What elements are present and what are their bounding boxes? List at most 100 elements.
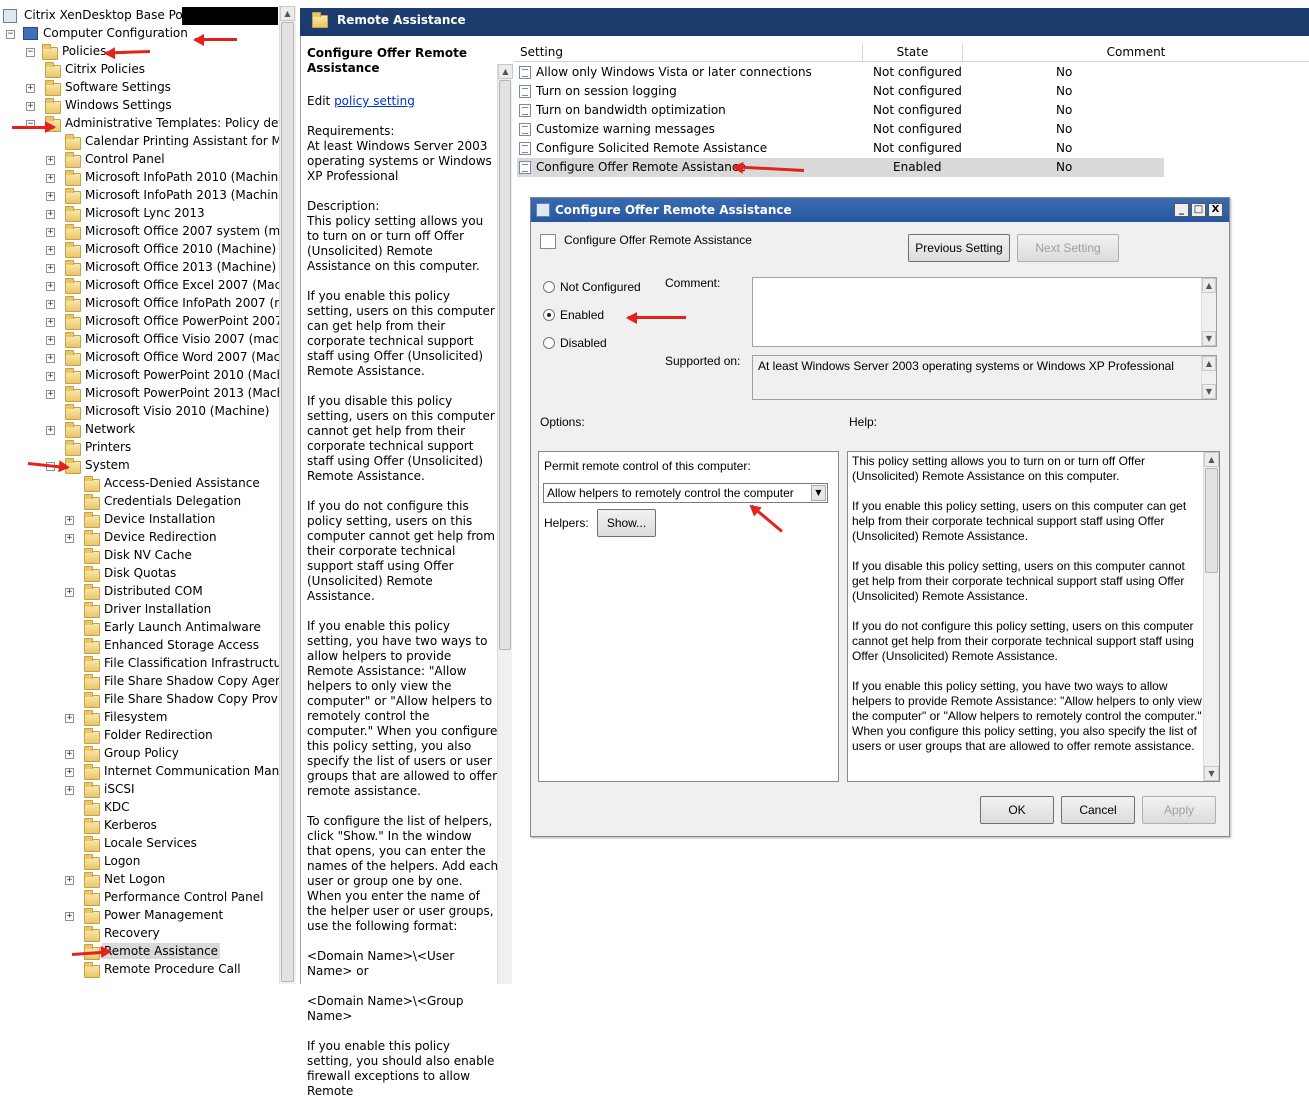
expand-icon[interactable]: + (26, 102, 35, 111)
folder-icon (45, 62, 61, 78)
radio-enabled[interactable] (543, 309, 555, 321)
radio-enabled-label: Enabled (560, 308, 605, 322)
comment-textarea[interactable]: ▲ ▼ (752, 277, 1217, 347)
supported-scrollbar[interactable]: ▲ ▼ (1201, 356, 1216, 399)
folder-icon (65, 404, 81, 420)
folder-icon (65, 260, 81, 276)
expand-icon[interactable]: + (26, 84, 35, 93)
folder-icon (84, 746, 100, 762)
chevron-down-icon[interactable]: ▼ (811, 485, 826, 501)
setting-row[interactable]: Customize warning messages Not configured… (517, 120, 1164, 139)
cell-comment: No (1056, 141, 1073, 155)
annotation-arrow (195, 38, 237, 41)
show-helpers-button[interactable]: Show... (597, 509, 656, 537)
expand-icon[interactable]: + (46, 426, 55, 435)
folder-icon (84, 728, 100, 744)
previous-setting-button[interactable]: Previous Setting (908, 234, 1010, 262)
column-state[interactable]: State (863, 44, 963, 62)
expand-icon[interactable]: + (46, 336, 55, 345)
close-icon[interactable]: X (1208, 203, 1223, 217)
next-setting-button[interactable]: Next Setting (1017, 234, 1119, 262)
radio-not-configured[interactable] (543, 281, 555, 293)
setting-row[interactable]: Turn on session logging Not configured No (517, 82, 1164, 101)
expand-icon[interactable]: + (65, 786, 74, 795)
expand-icon[interactable]: + (46, 390, 55, 399)
expand-icon[interactable]: + (65, 516, 74, 525)
cell-comment: No (1056, 103, 1073, 117)
scroll-thumb[interactable] (281, 22, 294, 982)
apply-button[interactable]: Apply (1142, 796, 1216, 824)
options-label: Options: (540, 415, 585, 429)
tree-scrollbar[interactable]: ▲ (279, 6, 296, 984)
cancel-button[interactable]: Cancel (1061, 796, 1135, 824)
expand-icon[interactable]: + (65, 876, 74, 885)
column-setting[interactable]: Setting (514, 44, 863, 62)
expand-icon[interactable]: + (46, 372, 55, 381)
scroll-thumb[interactable] (1205, 468, 1218, 573)
expand-icon[interactable]: + (65, 534, 74, 543)
setting-icon (519, 104, 531, 117)
maximize-icon[interactable]: □ (1191, 203, 1206, 217)
folder-icon (65, 242, 81, 258)
column-comment[interactable]: Comment (963, 44, 1309, 62)
scroll-up-icon[interactable]: ▲ (1204, 452, 1219, 467)
supported-on-label: Supported on: (665, 354, 741, 368)
scroll-down-icon[interactable]: ▼ (1202, 331, 1216, 346)
folder-icon (65, 440, 81, 456)
expand-icon[interactable]: + (46, 174, 55, 183)
expand-icon[interactable]: + (46, 282, 55, 291)
setting-row[interactable]: Turn on bandwidth optimization Not config… (517, 101, 1164, 120)
radio-disabled[interactable] (543, 337, 555, 349)
collapse-icon[interactable]: − (26, 48, 35, 57)
scroll-thumb[interactable] (499, 80, 511, 650)
scroll-up-icon[interactable]: ▲ (280, 6, 295, 21)
permit-dropdown[interactable]: Allow helpers to remotely control the co… (543, 483, 828, 503)
cell-comment: No (1056, 84, 1073, 98)
description-text: Configure Offer Remote Assistance Edit p… (307, 46, 499, 1114)
description-scrollbar[interactable]: ▲ (497, 64, 513, 984)
description-paragraph: If you disable this policy setting, user… (307, 394, 495, 483)
scroll-up-icon[interactable]: ▲ (1202, 278, 1216, 293)
help-scrollbar[interactable]: ▲ ▼ (1203, 452, 1219, 781)
expand-icon[interactable]: + (65, 588, 74, 597)
setting-row[interactable]: Configure Offer Remote Assistance Enabled… (517, 158, 1164, 177)
expand-icon[interactable]: + (65, 912, 74, 921)
expand-icon[interactable]: + (46, 156, 55, 165)
dialog-title-bar[interactable]: Configure Offer Remote Assistance _ □ X (531, 198, 1229, 222)
expand-icon[interactable]: + (65, 750, 74, 759)
folder-icon (42, 44, 58, 60)
edit-policy-link[interactable]: policy setting (334, 94, 415, 108)
expand-icon[interactable]: + (46, 192, 55, 201)
comment-scrollbar[interactable]: ▲ ▼ (1201, 278, 1216, 346)
scroll-down-icon[interactable]: ▼ (1202, 384, 1216, 399)
dialog-subtitle: Configure Offer Remote Assistance (564, 233, 752, 247)
expand-icon[interactable]: + (46, 264, 55, 273)
ok-button[interactable]: OK (980, 796, 1054, 824)
expand-icon[interactable]: + (65, 768, 74, 777)
folder-icon (65, 188, 81, 204)
scroll-up-icon[interactable]: ▲ (498, 64, 513, 79)
expand-icon[interactable]: + (46, 210, 55, 219)
minimize-icon[interactable]: _ (1174, 203, 1189, 217)
setting-row[interactable]: Allow only Windows Vista or later connec… (517, 63, 1164, 82)
folder-icon (65, 314, 81, 330)
folder-icon (84, 764, 100, 780)
description-paragraph: To configure the list of helpers, click … (307, 814, 499, 933)
scroll-down-icon[interactable]: ▼ (1204, 766, 1219, 781)
expand-icon[interactable]: + (46, 318, 55, 327)
collapse-icon[interactable]: − (6, 30, 15, 39)
folder-icon (84, 710, 100, 726)
supported-on-field: At least Windows Server 2003 operating s… (752, 355, 1217, 400)
setting-row[interactable]: Configure Solicited Remote Assistance Not… (517, 139, 1164, 158)
expand-icon[interactable]: + (46, 228, 55, 237)
expand-icon[interactable]: + (65, 714, 74, 723)
folder-icon (84, 908, 100, 924)
expand-icon[interactable]: + (46, 354, 55, 363)
folder-icon (65, 206, 81, 222)
expand-icon[interactable]: + (46, 246, 55, 255)
scroll-up-icon[interactable]: ▲ (1202, 356, 1216, 371)
folder-icon (65, 152, 81, 168)
expand-icon[interactable]: + (46, 300, 55, 309)
folder-icon (84, 926, 100, 942)
policy-icon (3, 9, 17, 23)
